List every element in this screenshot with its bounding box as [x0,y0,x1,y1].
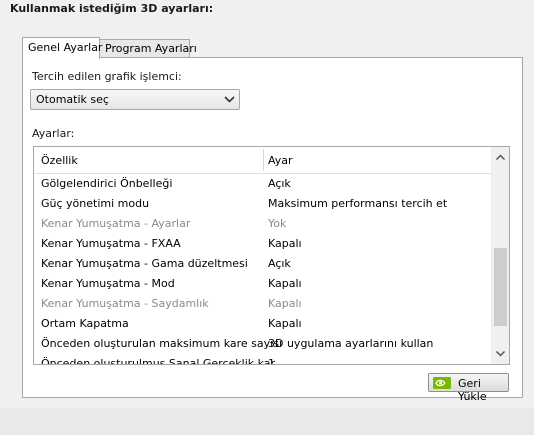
column-header-setting[interactable]: Ayar [268,154,293,167]
row-value: Açık [268,257,291,270]
row-value: 1 [268,357,275,365]
row-feature: Önceden oluşturulan maksimum kare sayısı [41,337,282,350]
table-row[interactable]: Kenar Yumuşatma - Mod Kapalı [34,274,493,294]
table-row[interactable]: Gölgelendirici Önbelleği Açık [34,174,493,194]
row-value: Maksimum performansı tercih et [268,197,448,210]
scroll-down-icon[interactable] [492,345,509,362]
table-row[interactable]: Kenar Yumuşatma - Ayarlar Yok [34,214,493,234]
row-feature: Önceden oluşturulmuş Sanal Gerçeklik kar… [41,357,285,365]
row-feature: Gölgelendirici Önbelleği [41,177,173,190]
vertical-scrollbar[interactable] [491,147,509,364]
tab-general-settings[interactable]: Genel Ayarlar [22,37,102,59]
table-row[interactable]: Önceden oluşturulmuş Sanal Gerçeklik kar… [34,354,493,365]
row-feature: Ortam Kapatma [41,317,129,330]
row-feature: Kenar Yumuşatma - FXAA [41,237,181,250]
table-row[interactable]: Kenar Yumuşatma - Saydamlık Kapalı [34,294,493,314]
column-divider[interactable] [263,149,264,171]
table-row[interactable]: Kenar Yumuşatma - Gama düzeltmesi Açık [34,254,493,274]
table-row[interactable]: Ortam Kapatma Kapalı [34,314,493,334]
page-title: Kullanmak istediğim 3D ayarları: [10,2,214,15]
chevron-down-icon [224,96,235,103]
settings-label: Ayarlar: [32,127,75,140]
row-value: Kapalı [268,277,302,290]
bottom-strip [0,408,534,435]
row-feature: Güç yönetimi modu [41,197,150,210]
table-row[interactable]: Güç yönetimi modu Maksimum performansı t… [34,194,493,214]
row-feature: Kenar Yumuşatma - Ayarlar [41,217,191,230]
row-feature: Kenar Yumuşatma - Saydamlık [41,297,209,310]
table-row[interactable]: Kenar Yumuşatma - FXAA Kapalı [34,234,493,254]
restore-button[interactable]: Geri Yükle [428,373,509,403]
row-value: Açık [268,177,291,190]
settings-rows: Gölgelendirici Önbelleği Açık Güç yöneti… [34,174,493,365]
row-value: Kapalı [268,237,302,250]
row-feature: Kenar Yumuşatma - Mod [41,277,175,290]
row-feature: Kenar Yumuşatma - Gama düzeltmesi [41,257,248,270]
list-header: Özellik Ayar [34,147,493,174]
settings-list: Özellik Ayar Gölgelendirici Önbelleği Aç… [33,146,510,365]
scroll-up-icon[interactable] [492,149,509,166]
row-value: Kapalı [268,297,302,310]
tab-program-settings[interactable]: Program Ayarları [99,39,197,57]
nvidia-logo-icon [433,377,451,389]
gpu-select-value: Otomatik seç [36,93,109,106]
restore-button-label: Geri Yükle [458,377,487,403]
row-value: Kapalı [268,317,302,330]
row-value: Yok [268,217,287,230]
column-header-feature[interactable]: Özellik [41,154,78,167]
gpu-label: Tercih edilen grafik işlemci: [32,70,182,83]
row-value: 3D uygulama ayarlarını kullan [268,337,434,350]
table-row[interactable]: Önceden oluşturulan maksimum kare sayısı… [34,334,493,354]
scrollbar-thumb[interactable] [494,248,507,326]
gpu-select[interactable]: Otomatik seç [30,89,240,110]
